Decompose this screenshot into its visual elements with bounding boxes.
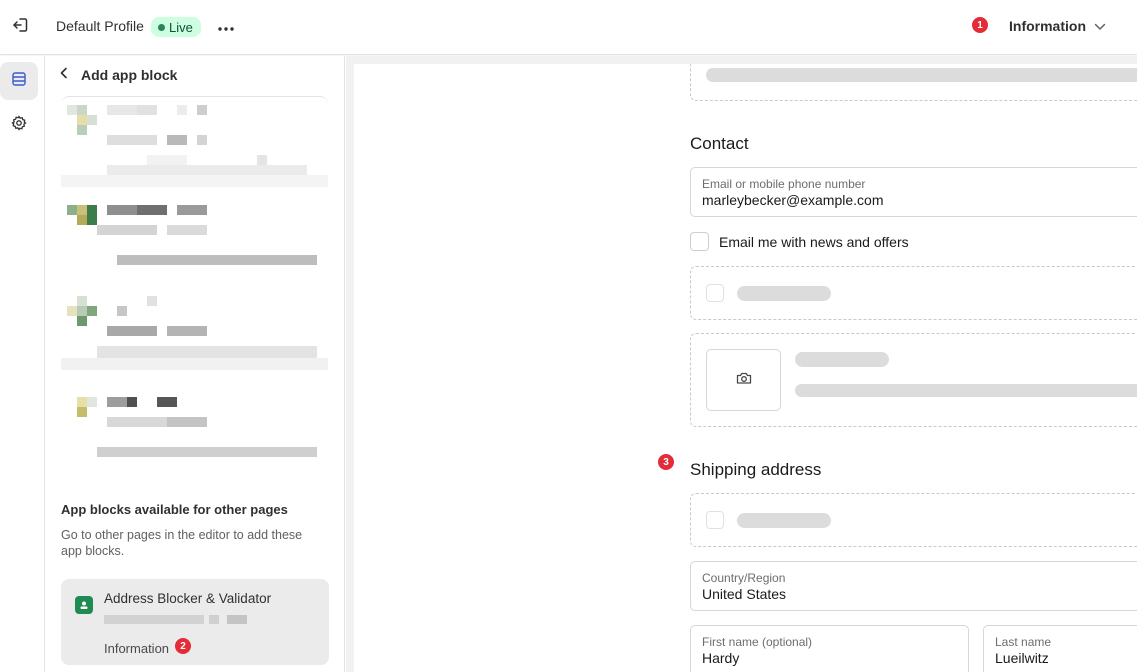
app-name: Address Blocker & Validator	[104, 591, 272, 606]
skeleton-bar	[795, 384, 1137, 397]
other-pages-title: App blocks available for other pages	[61, 502, 288, 517]
country-field-label: Country/Region	[702, 571, 786, 585]
skeleton-bar	[706, 68, 1137, 82]
country-region-select[interactable]: Country/Region United States	[690, 561, 1137, 611]
shipping-address-title: Shipping address	[690, 460, 822, 479]
last-name-value: Lueilwitz	[995, 650, 1049, 666]
sections-button[interactable]	[0, 62, 38, 100]
camera-icon	[736, 371, 752, 390]
country-field-value: United States	[702, 586, 787, 602]
live-dot-icon	[158, 23, 165, 31]
chevron-left-icon	[59, 66, 69, 84]
live-status-badge: Live	[151, 17, 201, 37]
notification-badge: 1	[972, 17, 988, 33]
sections-icon	[11, 71, 27, 92]
skeleton-bar	[737, 286, 831, 301]
exit-icon	[11, 16, 29, 39]
news-offers-label: Email me with news and offers	[719, 233, 909, 250]
chevron-down-icon	[1094, 18, 1106, 34]
exit-button[interactable]	[9, 16, 31, 38]
app-card-page-label: Information	[104, 641, 170, 656]
email-field-value: marleybecker@example.com	[702, 192, 884, 208]
first-name-value: Hardy	[702, 650, 740, 666]
shipping-badge: 3	[658, 454, 674, 470]
checkout-preview: Contact Email or mobile phone number mar…	[354, 64, 1137, 672]
back-button[interactable]: Add app block	[59, 66, 177, 84]
sidebar: Add app block App blocks available for o…	[45, 56, 345, 672]
skeleton-checkbox	[706, 284, 724, 302]
page-selector[interactable]: Information	[1009, 18, 1106, 34]
skeleton-bar	[795, 352, 889, 367]
email-field-label: Email or mobile phone number	[702, 177, 866, 191]
more-actions-button[interactable]	[214, 16, 238, 38]
app-icon	[75, 596, 93, 614]
app-card-badge: 2	[175, 638, 191, 654]
last-name-label: Last name	[995, 635, 1052, 649]
skeleton-checkbox	[706, 511, 724, 529]
skeleton-bar	[737, 513, 831, 528]
gear-icon	[11, 114, 27, 136]
news-offers-checkbox[interactable]: Email me with news and offers	[690, 232, 909, 251]
page-selector-label: Information	[1009, 18, 1086, 34]
more-horizontal-icon	[218, 18, 234, 36]
app-block-placeholder[interactable]	[690, 333, 1137, 427]
image-placeholder	[706, 349, 781, 411]
app-card-address-blocker[interactable]: Address Blocker & Validator Information …	[61, 579, 329, 665]
contact-title: Contact	[690, 134, 749, 153]
app-block-placeholder[interactable]	[690, 266, 1137, 320]
top-bar: Default Profile Live 1 Information	[0, 0, 1137, 55]
first-name-label: First name (optional)	[702, 635, 813, 649]
settings-button[interactable]	[0, 106, 38, 144]
email-field[interactable]: Email or mobile phone number marleybecke…	[690, 167, 1137, 217]
app-block-placeholder[interactable]	[690, 64, 1137, 101]
app-block-list	[61, 96, 328, 466]
live-label: Live	[169, 19, 193, 35]
sidebar-title: Add app block	[81, 67, 178, 83]
last-name-field[interactable]: Last name Lueilwitz	[983, 625, 1137, 672]
checkbox[interactable]	[690, 232, 709, 251]
left-rail	[0, 56, 45, 672]
first-name-field[interactable]: First name (optional) Hardy	[690, 625, 969, 672]
other-pages-description: Go to other pages in the editor to add t…	[61, 528, 303, 558]
profile-name: Default Profile	[56, 18, 144, 34]
app-block-placeholder[interactable]	[690, 493, 1137, 547]
